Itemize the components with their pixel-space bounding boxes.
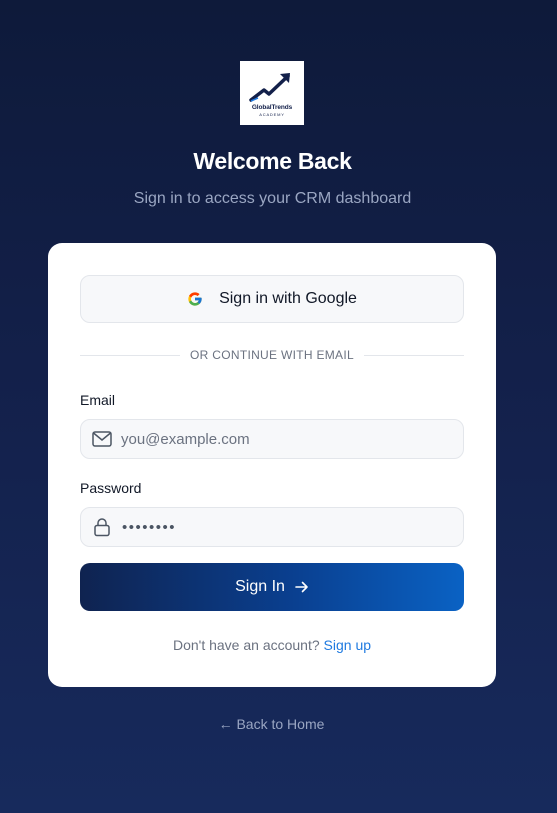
page-title: Welcome Back: [193, 148, 352, 174]
signin-button[interactable]: Sign In: [80, 563, 464, 611]
logo: GlobalTrends ACADEMY: [240, 61, 304, 125]
email-divider: OR CONTINUE WITH EMAIL: [80, 347, 464, 363]
email-input[interactable]: [121, 430, 441, 448]
divider-line-left: [80, 354, 181, 356]
back-to-home-link[interactable]: ← Back to Home: [0, 716, 543, 732]
google-signin-label: Sign in with Google: [219, 290, 357, 307]
arrow-right-icon: [295, 581, 308, 593]
page-subtitle: Sign in to access your CRM dashboard: [133, 190, 412, 207]
lock-icon: [94, 518, 110, 537]
signup-row: Don't have an account? Sign up: [48, 637, 496, 653]
divider-line-right: [363, 354, 464, 356]
trend-arrow-icon: [249, 73, 290, 102]
google-icon: [188, 292, 202, 306]
signin-label: Sign In: [235, 578, 285, 595]
password-input[interactable]: ••••••••: [122, 519, 176, 536]
logo-name: GlobalTrends: [251, 104, 293, 111]
divider-text: OR CONTINUE WITH EMAIL: [190, 348, 354, 362]
signup-link[interactable]: Sign up: [324, 637, 371, 653]
signup-prompt: Don't have an account?: [172, 637, 320, 653]
google-signin-button[interactable]: Sign in with Google: [80, 275, 464, 323]
password-field[interactable]: ••••••••: [80, 507, 464, 547]
email-field[interactable]: [80, 419, 464, 459]
logo-subtitle: ACADEMY: [259, 112, 285, 117]
email-label: Email: [80, 392, 116, 408]
password-label: Password: [80, 480, 142, 496]
login-card: Sign in with Google OR CONTINUE WITH EMA…: [48, 243, 496, 687]
mail-icon: [92, 431, 112, 447]
